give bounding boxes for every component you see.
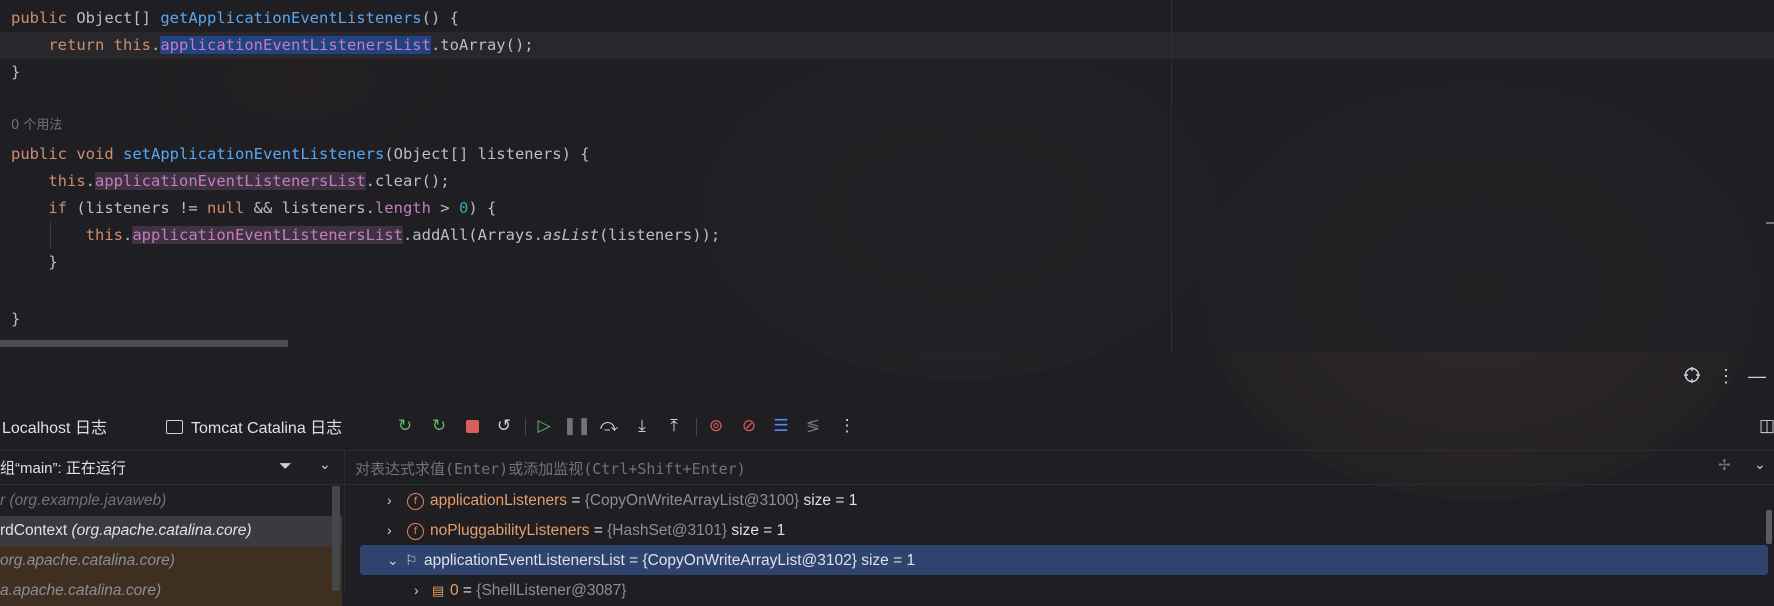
variables-scrollbar[interactable] <box>1766 510 1772 544</box>
code-editor[interactable]: public Object[] getApplicationEventListe… <box>0 0 1774 352</box>
frames-scrollbar[interactable] <box>332 486 340 591</box>
frames-list-icon[interactable]: ☰ <box>770 415 792 437</box>
variable-row-selected[interactable]: ⌄ ⚐ applicationEventListenersList = {CopyO… <box>360 545 1768 575</box>
usage-hint[interactable]: 0 个用法 <box>11 115 62 137</box>
field-icon: f <box>407 523 424 540</box>
rerun-changed-icon[interactable]: ↻ <box>428 415 450 437</box>
minimize-icon[interactable]: — <box>1748 366 1766 387</box>
evaluate-icon[interactable]: ≶ <box>802 415 824 437</box>
field-icon: f <box>407 493 424 510</box>
eval-chevron-down-icon[interactable]: ⌄ <box>1754 456 1766 473</box>
chevron-right-icon[interactable]: › <box>387 485 403 515</box>
filter-icon[interactable]: ⏷ <box>279 458 292 476</box>
frames-list: r (org.example.javaweb) rdContext (org.a… <box>0 484 345 606</box>
element-icon: ▤ <box>432 583 445 598</box>
chevron-down-icon[interactable]: ⌄ <box>319 456 331 473</box>
chevron-right-icon[interactable]: › <box>414 575 430 605</box>
tab-tomcat-catalina-log[interactable]: Tomcat Catalina 日志 <box>166 414 342 438</box>
code-line-7: if (listeners != null && listeners.lengt… <box>48 199 497 217</box>
evaluate-input[interactable]: 对表达式求值(Enter)或添加监视(Ctrl+Shift+Enter) <box>355 458 746 479</box>
frame-item-selected[interactable]: rdContext (org.apache.catalina.core) <box>0 516 342 546</box>
step-into-icon[interactable]: ⤓ <box>631 415 653 437</box>
code-line-9: } <box>48 253 58 271</box>
frame-item[interactable]: a.apache.catalina.core) <box>0 576 342 606</box>
frame-item[interactable]: r (org.example.javaweb) <box>0 486 342 516</box>
layout-icon[interactable]: ◫ <box>1756 415 1774 437</box>
code-line-5: public void setApplicationEventListeners… <box>11 145 590 163</box>
step-out-icon[interactable]: ⤒ <box>663 415 685 437</box>
toolbar-more-icon[interactable]: ⋮ <box>836 415 858 437</box>
horizontal-scrollbar[interactable] <box>0 340 288 347</box>
variable-row[interactable]: › ▤ 0 = {ShellListener@3087} <box>414 575 626 605</box>
chevron-right-icon[interactable]: › <box>387 515 403 545</box>
variable-row[interactable]: › f noPluggabilityListeners = {HashSet@310… <box>387 515 785 545</box>
stop-icon[interactable] <box>461 415 483 437</box>
crosshair-icon[interactable] <box>1683 366 1701 389</box>
code-line-2: return this.applicationEventListenersLis… <box>48 36 534 54</box>
thread-label[interactable]: 组“main”: 正在运行 <box>0 457 126 478</box>
pause-icon[interactable]: ❚❚ <box>563 415 592 437</box>
restart-icon[interactable]: ↺ <box>493 415 515 437</box>
code-line-3: } <box>11 63 21 81</box>
console-icon <box>166 420 183 434</box>
frame-item[interactable]: org.apache.catalina.core) <box>0 546 342 576</box>
code-line-6: this.applicationEventListenersList.clear… <box>48 172 450 190</box>
selected-field: applicationEventListenersList <box>160 36 431 54</box>
rerun-icon[interactable]: ↻ <box>394 415 416 437</box>
code-line-1: public Object[] getApplicationEventListe… <box>11 9 459 27</box>
error-stripe-mark[interactable] <box>1766 222 1774 224</box>
flag-icon: ⚐ <box>405 552 418 568</box>
mute-breakpoints-icon[interactable]: ⊘ <box>738 415 760 437</box>
code-line-8: this.applicationEventListenersList.addAl… <box>85 226 721 244</box>
add-watch-icon[interactable]: ✢ <box>1718 456 1731 474</box>
variable-row[interactable]: › f applicationListeners = {CopyOnWriteArr… <box>387 485 857 515</box>
tab-localhost-log[interactable]: Localhost 日志 <box>2 414 107 438</box>
code-line-11: } <box>11 310 21 328</box>
right-margin-guide <box>1171 0 1172 352</box>
resume-icon[interactable]: ▷ <box>533 415 555 437</box>
chevron-down-icon[interactable]: ⌄ <box>387 545 403 575</box>
more-options-icon[interactable]: ⋮ <box>1717 366 1735 387</box>
view-breakpoints-icon[interactable]: ⊚ <box>705 415 727 437</box>
step-over-icon[interactable]: ⤼ <box>598 415 620 437</box>
debug-panel-header <box>0 352 1774 402</box>
